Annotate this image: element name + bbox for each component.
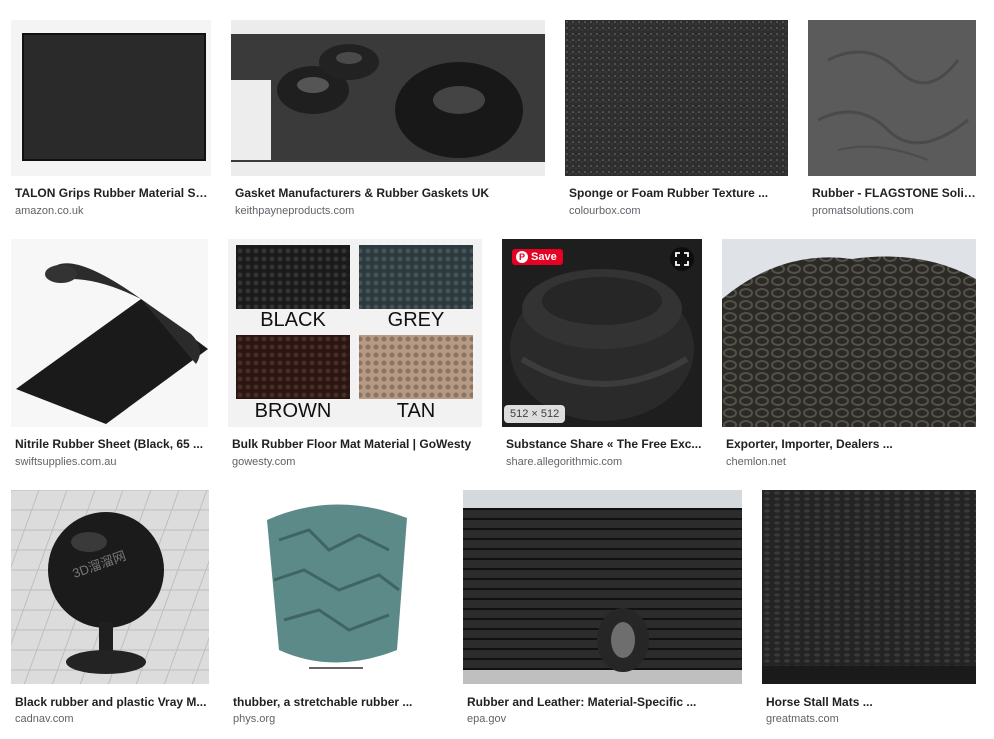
- expand-icon[interactable]: [670, 247, 694, 271]
- result-title[interactable]: Nitrile Rubber Sheet (Black, 65 ...: [15, 437, 208, 451]
- result-card[interactable]: Gasket Manufacturers & Rubber Gaskets UK…: [231, 20, 545, 225]
- result-thumbnail[interactable]: [231, 20, 545, 176]
- result-source[interactable]: cadnav.com: [15, 713, 209, 725]
- result-card[interactable]: thubber, a stretchable rubber ... phys.o…: [229, 490, 443, 728]
- result-source[interactable]: phys.org: [233, 713, 443, 725]
- result-card[interactable]: Exporter, Importer, Dealers ... chemlon.…: [722, 239, 976, 474]
- color-label-black: BLACK: [260, 309, 326, 331]
- result-title[interactable]: thubber, a stretchable rubber ...: [233, 695, 443, 709]
- result-title[interactable]: TALON Grips Rubber Material Sh...: [15, 186, 211, 200]
- result-thumbnail[interactable]: [11, 239, 208, 427]
- result-card[interactable]: Rubber - FLAGSTONE Solid... promatsoluti…: [808, 20, 976, 225]
- result-title[interactable]: Black rubber and plastic Vray M...: [15, 695, 209, 709]
- result-title[interactable]: Rubber and Leather: Material-Specific ..…: [467, 695, 742, 709]
- result-source[interactable]: chemlon.net: [726, 456, 976, 468]
- pinterest-icon: P: [516, 251, 528, 263]
- result-title[interactable]: Bulk Rubber Floor Mat Material | GoWesty: [232, 437, 482, 451]
- result-thumbnail[interactable]: BLACK GREY BROWN TAN: [228, 239, 482, 427]
- result-title[interactable]: Exporter, Importer, Dealers ...: [726, 437, 976, 451]
- result-card[interactable]: Rubber and Leather: Material-Specific ..…: [463, 490, 742, 728]
- result-card[interactable]: Nitrile Rubber Sheet (Black, 65 ... swif…: [11, 239, 208, 474]
- result-source[interactable]: share.allegorithmic.com: [506, 456, 702, 468]
- result-title[interactable]: Sponge or Foam Rubber Texture ...: [569, 186, 788, 200]
- result-source[interactable]: keithpayneproducts.com: [235, 205, 545, 217]
- dimensions-badge: 512 × 512: [504, 405, 566, 423]
- result-thumbnail[interactable]: [808, 20, 976, 176]
- result-card[interactable]: TALON Grips Rubber Material Sh... amazon…: [11, 20, 211, 225]
- color-label-brown: BROWN: [254, 400, 332, 422]
- result-card[interactable]: Horse Stall Mats ... greatmats.com: [762, 490, 976, 728]
- save-label: Save: [531, 251, 557, 263]
- result-thumbnail[interactable]: [565, 20, 788, 176]
- result-card[interactable]: 3D溜溜网 Black rubber and plastic Vray M...…: [11, 490, 209, 728]
- color-label-tan: TAN: [396, 400, 436, 422]
- result-thumbnail[interactable]: [11, 20, 211, 176]
- result-source[interactable]: epa.gov: [467, 713, 742, 725]
- result-title[interactable]: Rubber - FLAGSTONE Solid...: [812, 186, 976, 200]
- result-title[interactable]: Substance Share « The Free Exc...: [506, 437, 702, 451]
- result-source[interactable]: greatmats.com: [766, 713, 976, 725]
- result-thumbnail[interactable]: [463, 490, 742, 684]
- pinterest-save-button[interactable]: P Save: [512, 249, 563, 265]
- result-thumbnail[interactable]: [762, 490, 976, 684]
- result-source[interactable]: swiftsupplies.com.au: [15, 456, 208, 468]
- result-thumbnail[interactable]: [722, 239, 976, 427]
- result-title[interactable]: Gasket Manufacturers & Rubber Gaskets UK: [235, 186, 545, 200]
- result-card[interactable]: BLACK GREY BROWN TAN Bulk Rubber Floor M…: [228, 239, 482, 474]
- result-thumbnail[interactable]: 3D溜溜网: [11, 490, 209, 684]
- result-source[interactable]: promatsolutions.com: [812, 205, 976, 217]
- result-source[interactable]: gowesty.com: [232, 456, 482, 468]
- result-source[interactable]: amazon.co.uk: [15, 205, 211, 217]
- result-card[interactable]: P Save 512 × 512 Substance Share « The F…: [502, 239, 702, 474]
- result-thumbnail[interactable]: P Save 512 × 512: [502, 239, 702, 427]
- result-source[interactable]: colourbox.com: [569, 205, 788, 217]
- color-label-grey: GREY: [387, 309, 445, 331]
- result-title[interactable]: Horse Stall Mats ...: [766, 695, 976, 709]
- result-card[interactable]: Sponge or Foam Rubber Texture ... colour…: [565, 20, 788, 225]
- result-thumbnail[interactable]: [229, 490, 443, 684]
